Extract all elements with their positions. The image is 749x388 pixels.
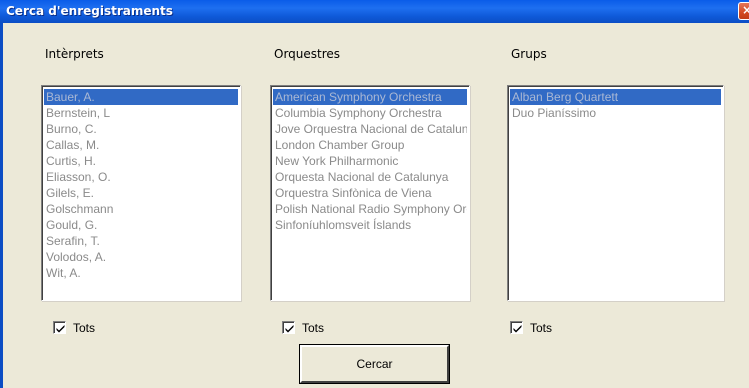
groups-all-checkbox-row[interactable]: Tots [510, 320, 590, 336]
list-item[interactable]: Gilels, E. [44, 185, 238, 201]
orchestras-all-checkbox[interactable] [282, 321, 295, 334]
close-icon: × [741, 3, 749, 17]
list-item[interactable]: Volodos, A. [44, 249, 238, 265]
window-title: Cerca d'enregistraments [6, 4, 173, 18]
list-item[interactable]: Orquestra Sinfònica de Viena [273, 185, 467, 201]
search-button[interactable]: Cercar [300, 345, 449, 383]
list-item[interactable]: Golschmann [44, 201, 238, 217]
list-item[interactable]: Serafin, T. [44, 233, 238, 249]
list-item[interactable]: New York Philharmonic [273, 153, 467, 169]
performers-all-checkbox[interactable] [53, 321, 66, 334]
performers-label: Intèrprets [45, 47, 104, 61]
performers-all-label: Tots [73, 321, 96, 335]
list-item[interactable]: Columbia Symphony Orchestra [273, 105, 467, 121]
list-item[interactable]: Jove Orquestra Nacional de Catalunya [273, 121, 467, 137]
orchestras-listbox[interactable]: American Symphony Orchestra Columbia Symp… [270, 85, 470, 301]
orchestras-all-checkbox-row[interactable]: Tots [282, 320, 362, 336]
list-item[interactable]: Callas, M. [44, 137, 238, 153]
orchestras-all-label: Tots [302, 321, 325, 335]
checkmark-icon [513, 325, 522, 333]
list-item[interactable]: Alban Berg Quartett [510, 89, 721, 105]
checkmark-icon [56, 325, 65, 333]
groups-all-label: Tots [530, 321, 553, 335]
title-bar[interactable]: Cerca d'enregistraments × [0, 0, 749, 23]
list-item[interactable]: American Symphony Orchestra [273, 89, 467, 105]
list-item[interactable]: London Chamber Group [273, 137, 467, 153]
list-item[interactable]: Bernstein, L [44, 105, 238, 121]
list-item[interactable]: Duo Pianíssimo [510, 105, 721, 121]
list-item[interactable]: Sinfoníuhlomsveit Íslands [273, 217, 467, 233]
performers-listbox[interactable]: Bauer, A. Bernstein, L Burno, C. Callas, M.… [41, 85, 241, 301]
search-recordings-dialog: Cerca d'enregistraments × Intèrprets Bau… [0, 0, 749, 388]
list-item[interactable]: Gould, G. [44, 217, 238, 233]
list-item[interactable]: Eliasson, O. [44, 169, 238, 185]
orchestras-label: Orquestres [274, 47, 341, 61]
list-item[interactable]: Burno, C. [44, 121, 238, 137]
groups-all-checkbox[interactable] [510, 321, 523, 334]
list-item[interactable]: Orquesta Nacional de Catalunya [273, 169, 467, 185]
list-item[interactable]: Bauer, A. [44, 89, 238, 105]
groups-label: Grups [511, 47, 547, 61]
list-item[interactable]: Curtis, H. [44, 153, 238, 169]
window-frame-left [0, 23, 3, 388]
checkmark-icon [285, 325, 294, 333]
groups-listbox[interactable]: Alban Berg Quartett Duo Pianíssimo [507, 85, 724, 301]
list-item[interactable]: Wit, A. [44, 265, 238, 281]
list-item[interactable]: Polish National Radio Symphony Orchestra [273, 201, 467, 217]
performers-all-checkbox-row[interactable]: Tots [53, 320, 133, 336]
close-button[interactable]: × [738, 2, 749, 20]
